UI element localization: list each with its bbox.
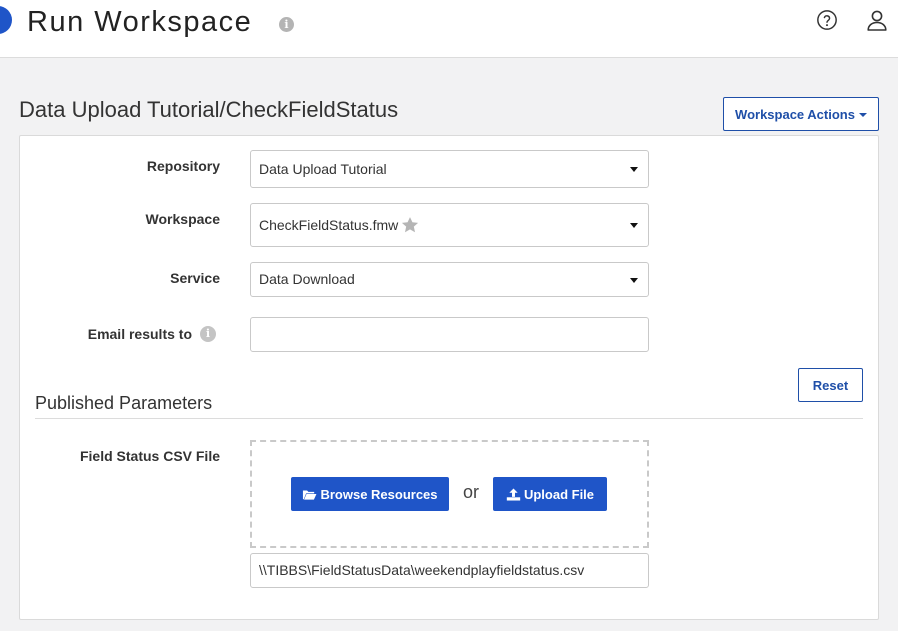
star-icon[interactable] [400, 215, 420, 235]
info-icon[interactable]: i [279, 17, 294, 32]
upload-icon [506, 487, 521, 501]
caret-down-icon [630, 277, 638, 283]
workspace-value: CheckFieldStatus.fmw [259, 217, 399, 233]
email-label: Email results to [87, 326, 192, 342]
logo-icon[interactable] [0, 6, 12, 34]
user-icon[interactable] [865, 8, 889, 32]
browse-resources-label: Browse Resources [320, 486, 438, 502]
help-circle-icon[interactable] [816, 9, 838, 31]
divider [35, 418, 863, 419]
app-title: Run Workspace [27, 6, 253, 38]
upload-file-label: Upload File [523, 486, 595, 502]
info-icon[interactable]: i [200, 326, 216, 343]
email-input[interactable] [250, 317, 649, 352]
or-separator: or [463, 482, 480, 502]
service-select[interactable]: Data Download [250, 262, 649, 297]
caret-down-icon [630, 223, 638, 228]
reset-button[interactable]: Reset [798, 368, 863, 402]
top-bar: Run Workspace i [0, 0, 898, 58]
repository-value: Data Upload Tutorial [259, 161, 387, 177]
published-parameters-title: Published Parameters [35, 393, 213, 413]
folder-open-icon [303, 489, 317, 500]
repository-label: Repository [146, 158, 220, 174]
field-status-label: Field Status CSV File [79, 448, 220, 464]
browse-resources-button[interactable]: Browse Resources [291, 477, 449, 511]
workspace-select[interactable]: CheckFieldStatus.fmw [250, 203, 649, 247]
page-heading: Data Upload Tutorial/CheckFieldStatus [19, 97, 399, 122]
service-label: Service [170, 270, 220, 286]
email-label-group: Email results to i [0, 326, 216, 343]
caret-down-icon [630, 167, 638, 172]
repository-select[interactable]: Data Upload Tutorial [250, 150, 649, 188]
chevron-down-icon [858, 113, 867, 118]
file-path-input[interactable]: \\TIBBS\FieldStatusData\weekendplayfield… [250, 553, 649, 588]
service-value: Data Download [259, 271, 355, 287]
workspace-actions-button[interactable]: Workspace Actions [723, 97, 879, 131]
workspace-label: Workspace [145, 211, 220, 227]
workspace-actions-label: Workspace Actions [735, 106, 855, 122]
upload-file-button[interactable]: Upload File [493, 477, 607, 511]
